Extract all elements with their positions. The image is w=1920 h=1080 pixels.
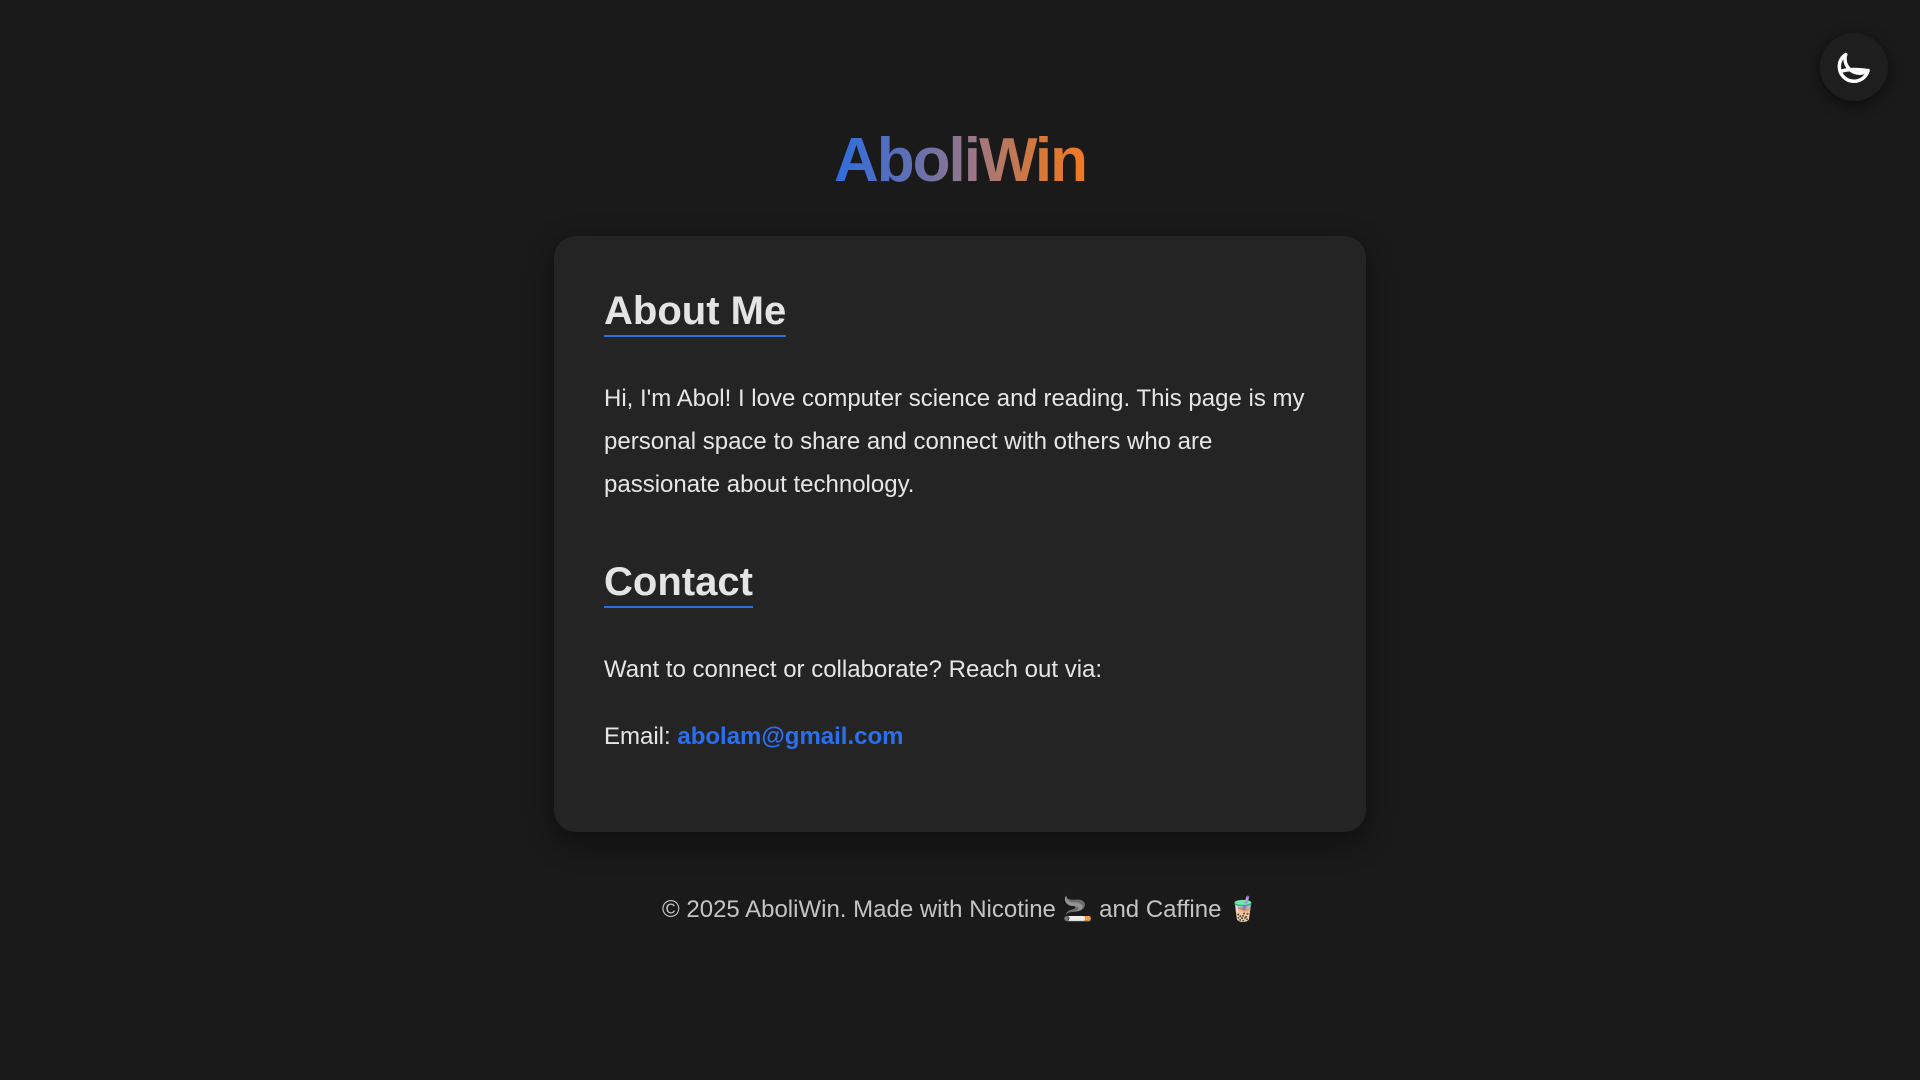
site-title: AboliWin bbox=[0, 125, 1920, 197]
email-line: Email: abolam@gmail.com bbox=[604, 715, 903, 758]
contact-heading: Contact bbox=[604, 559, 753, 608]
email-label: Email: bbox=[604, 723, 671, 750]
about-heading: About Me bbox=[604, 288, 787, 337]
about-text: Hi, I'm Abol! I love computer science an… bbox=[604, 385, 1305, 498]
email-link[interactable]: abolam@gmail.com bbox=[677, 723, 903, 750]
moon-icon bbox=[1832, 45, 1876, 89]
contact-intro: Want to connect or collaborate? Reach ou… bbox=[604, 656, 1103, 683]
footer-text: © 2025 AboliWin. Made with Nicotine 🚬 an… bbox=[662, 896, 1258, 923]
site-title-text: AboliWin bbox=[833, 126, 1088, 195]
theme-toggle-button[interactable] bbox=[1820, 33, 1888, 101]
